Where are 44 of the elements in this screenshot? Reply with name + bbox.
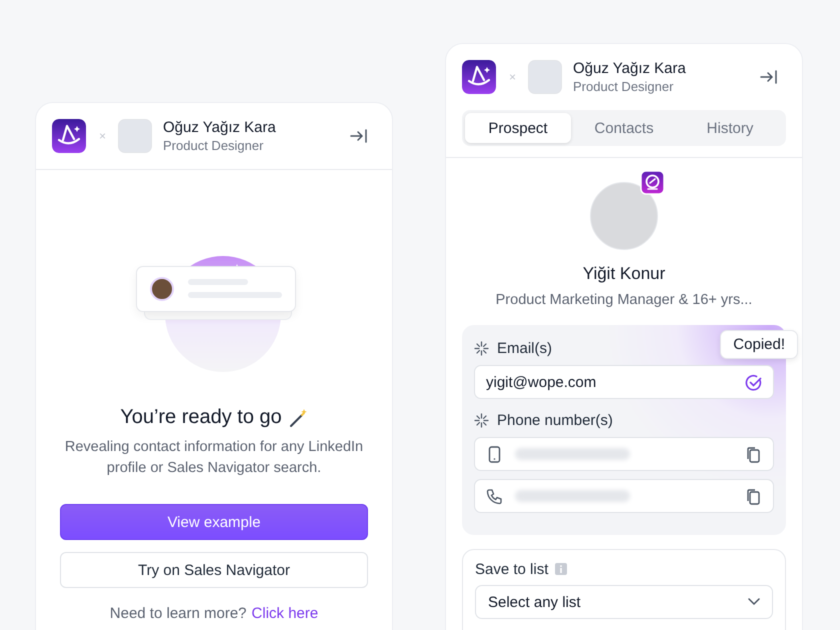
prospect-headline: Product Marketing Manager & 16+ yrs... (496, 292, 752, 308)
view-example-button[interactable]: View example (60, 504, 368, 540)
avatar-placeholder (150, 277, 174, 301)
chevron-down-icon (748, 598, 760, 606)
user-name: Oğuz Yağız Kara (573, 60, 687, 77)
collapse-icon[interactable] (760, 70, 778, 84)
mobile-phone-icon (486, 446, 503, 462)
app-logo-icon (462, 60, 496, 94)
description-text: Revealing contact information for any LinkedIn profile or Sales Navigator search. (64, 438, 364, 478)
sparkle-icon (474, 340, 489, 356)
user-role: Product Designer (163, 138, 264, 153)
help-text: Need to learn more? (110, 605, 247, 622)
tab[interactable]: History (677, 113, 783, 143)
check-circle-icon[interactable] (745, 374, 762, 390)
user-role: Product Designer (573, 79, 674, 94)
email-field[interactable]: yigit@wope.com (474, 365, 774, 399)
phone-handset-icon (486, 488, 503, 504)
user-name: Oğuz Yağız Kara (163, 119, 277, 136)
app-logo-icon (52, 119, 86, 153)
collapse-icon[interactable] (350, 129, 368, 143)
click-here-link[interactable]: Click here (252, 605, 318, 622)
save-label: Save to list (475, 560, 548, 578)
copy-icon[interactable] (745, 446, 762, 462)
copied-tooltip: Copied! (720, 330, 798, 359)
sales-navigator-button[interactable]: Try on Sales Navigator (60, 552, 368, 588)
tab[interactable]: Prospect (465, 113, 571, 143)
avatar-placeholder (528, 60, 562, 94)
info-icon (555, 563, 568, 575)
copy-icon[interactable] (745, 488, 762, 504)
tab[interactable]: Contacts (571, 113, 677, 143)
magic-wand-icon (288, 408, 308, 428)
separator-mark: × (99, 129, 106, 143)
sparkle-icon (474, 412, 489, 428)
phone-label: Phone number(s) (497, 412, 613, 428)
email-value: yigit@wope.com (486, 374, 598, 390)
separator-mark: × (509, 70, 516, 84)
avatar-placeholder (118, 119, 152, 153)
list-dropdown[interactable]: Select any list (475, 585, 773, 619)
heading: You’re ready to go (120, 406, 282, 429)
phone-field[interactable] (474, 437, 774, 471)
prospect-name: Yiğit Konur (582, 264, 666, 284)
email-label: Email(s) (497, 340, 552, 356)
phone-field[interactable] (474, 479, 774, 513)
app-badge-icon (640, 170, 665, 195)
